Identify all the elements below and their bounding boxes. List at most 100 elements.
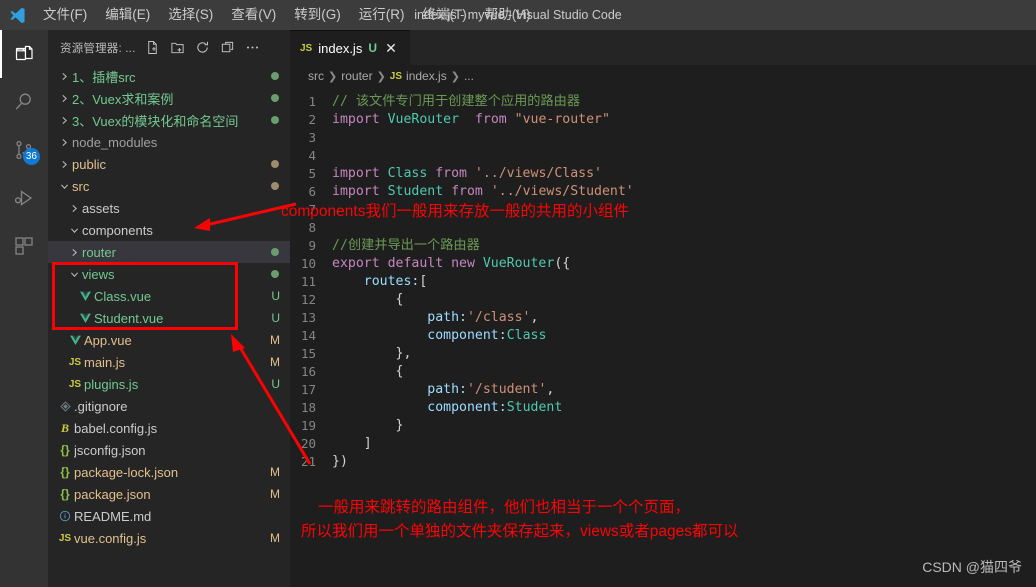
code-line-text: component:Class <box>332 327 546 345</box>
tree-item-label: App.vue <box>84 332 132 348</box>
chevron-down-icon[interactable] <box>66 219 82 241</box>
git-status-badge: U <box>271 311 280 325</box>
tree-item-label: node_modules <box>72 134 158 150</box>
menu-selection[interactable]: 选择(S) <box>159 3 222 27</box>
vue-icon <box>76 285 94 307</box>
chevron-right-icon[interactable] <box>56 87 72 109</box>
git-status-dot <box>271 182 279 190</box>
breadcrumb-router[interactable]: router <box>341 69 372 83</box>
tree-item-student.vue[interactable]: Student.vue U <box>48 307 290 329</box>
line-number: 1 <box>308 94 316 109</box>
code-line: 19 } <box>290 417 1036 435</box>
menu-file[interactable]: 文件(F) <box>34 3 96 27</box>
code-line: 10 export default new VueRouter({ <box>290 255 1036 273</box>
activity-run-and-debug[interactable] <box>0 174 48 222</box>
tree-item-.gitignore[interactable]: .gitignore <box>48 395 290 417</box>
more-actions-icon[interactable] <box>241 37 263 59</box>
menu-run[interactable]: 运行(R) <box>350 3 414 27</box>
git-status-badge: M <box>270 531 280 545</box>
tab-index-js[interactable]: JS index.js U ✕ <box>290 30 410 65</box>
explorer-header: 资源管理器: ... <box>48 30 290 65</box>
git-status-dot <box>271 116 279 124</box>
close-icon[interactable]: ✕ <box>383 40 399 56</box>
line-number: 17 <box>300 382 316 397</box>
json-icon: {} <box>60 443 70 457</box>
line-number: 19 <box>300 418 316 433</box>
tree-item-assets[interactable]: assets <box>48 197 290 219</box>
code-line-text: export default new VueRouter({ <box>332 255 570 273</box>
new-folder-icon[interactable] <box>166 37 188 59</box>
activity-explorer[interactable] <box>0 30 48 78</box>
tree-item-babel.config.js[interactable]: Bbabel.config.js <box>48 417 290 439</box>
git-status-badge: M <box>270 487 280 501</box>
code-editor[interactable]: 1 // 该文件专门用于创建整个应用的路由器 2 import VueRouter f… <box>290 87 1036 471</box>
code-line-text: component:Student <box>332 399 562 417</box>
tree-item-3-vuex-[interactable]: 3、Vuex的模块化和命名空间 <box>48 109 290 131</box>
menu-help[interactable]: 帮助(H) <box>476 3 540 27</box>
activity-extensions[interactable] <box>0 222 48 270</box>
code-line: 13 path:'/class', <box>290 309 1036 327</box>
tree-item-readme.md[interactable]: README.md <box>48 505 290 527</box>
js-icon: JS <box>68 356 82 368</box>
tree-item-package-lock.json[interactable]: {} package-lock.json M <box>48 461 290 483</box>
line-number: 14 <box>300 328 316 343</box>
tree-item-app.vue[interactable]: App.vue M <box>48 329 290 351</box>
tree-item-main.js[interactable]: JS main.js M <box>48 351 290 373</box>
line-number: 20 <box>300 436 316 451</box>
code-token: import <box>332 112 388 127</box>
tree-item-package.json[interactable]: {} package.json M <box>48 483 290 505</box>
code-line: 2 import VueRouter from "vue-router" <box>290 111 1036 129</box>
tree-item-1-src[interactable]: 1、插槽src <box>48 65 290 87</box>
line-number: 6 <box>308 184 316 199</box>
babel-icon: B <box>60 420 69 435</box>
code-line-text: import Student from '../views/Student' <box>332 183 634 201</box>
chevron-right-icon[interactable] <box>56 109 72 131</box>
breadcrumb-file[interactable]: index.js <box>406 69 447 83</box>
refresh-icon[interactable] <box>191 37 213 59</box>
chevron-right-icon[interactable] <box>66 197 82 219</box>
collapse-all-icon[interactable] <box>216 37 238 59</box>
code-line: 15 }, <box>290 345 1036 363</box>
chevron-right-icon[interactable] <box>66 241 82 263</box>
tree-item-src[interactable]: src <box>48 175 290 197</box>
chevron-down-icon[interactable] <box>66 263 82 285</box>
menu-go[interactable]: 转到(G) <box>285 3 350 27</box>
breadcrumb: src ❯ router ❯ JS index.js ❯ ... <box>290 65 1036 87</box>
new-file-icon[interactable] <box>141 37 163 59</box>
tree-item-components[interactable]: components <box>48 219 290 241</box>
breadcrumb-symbol[interactable]: ... <box>464 69 474 83</box>
tree-item-router[interactable]: router <box>48 241 290 263</box>
chevron-right-icon[interactable] <box>56 131 72 153</box>
chevron-right-icon[interactable] <box>56 65 72 87</box>
tree-item-views[interactable]: views <box>48 263 290 285</box>
chevron-down-icon[interactable] <box>56 175 72 197</box>
code-token: // 该文件专门用于创建整个应用的路由器 <box>332 94 581 109</box>
line-number: 5 <box>308 166 316 181</box>
code-token: path: <box>427 382 467 397</box>
git-status-badge: M <box>270 465 280 479</box>
explorer-actions <box>141 37 263 59</box>
tree-item-plugins.js[interactable]: JS plugins.js U <box>48 373 290 395</box>
tree-item-node-modules[interactable]: node_modules <box>48 131 290 153</box>
menu-edit[interactable]: 编辑(E) <box>96 3 159 27</box>
activity-source-control[interactable]: 36 <box>0 126 48 174</box>
activity-search[interactable] <box>0 78 48 126</box>
tree-item-public[interactable]: public <box>48 153 290 175</box>
tree-item-2-vuex-[interactable]: 2、Vuex求和案例 <box>48 87 290 109</box>
breadcrumb-src[interactable]: src <box>308 69 324 83</box>
menu-terminal[interactable]: 终端(T) <box>414 3 476 27</box>
menu-view[interactable]: 查看(V) <box>222 3 285 27</box>
tree-item-class.vue[interactable]: Class.vue U <box>48 285 290 307</box>
code-line-text: { <box>332 291 404 309</box>
code-line-text: //创建并导出一个路由器 <box>332 237 480 255</box>
source-control-badge: 36 <box>22 148 40 165</box>
activity-bar: 36 <box>0 30 48 587</box>
tree-item-vue.config.js[interactable]: JS vue.config.js M <box>48 527 290 549</box>
tree-item-label: 2、Vuex求和案例 <box>72 91 174 107</box>
tree-item-jsconfig.json[interactable]: {} jsconfig.json <box>48 439 290 461</box>
chevron-right-icon[interactable] <box>56 153 72 175</box>
